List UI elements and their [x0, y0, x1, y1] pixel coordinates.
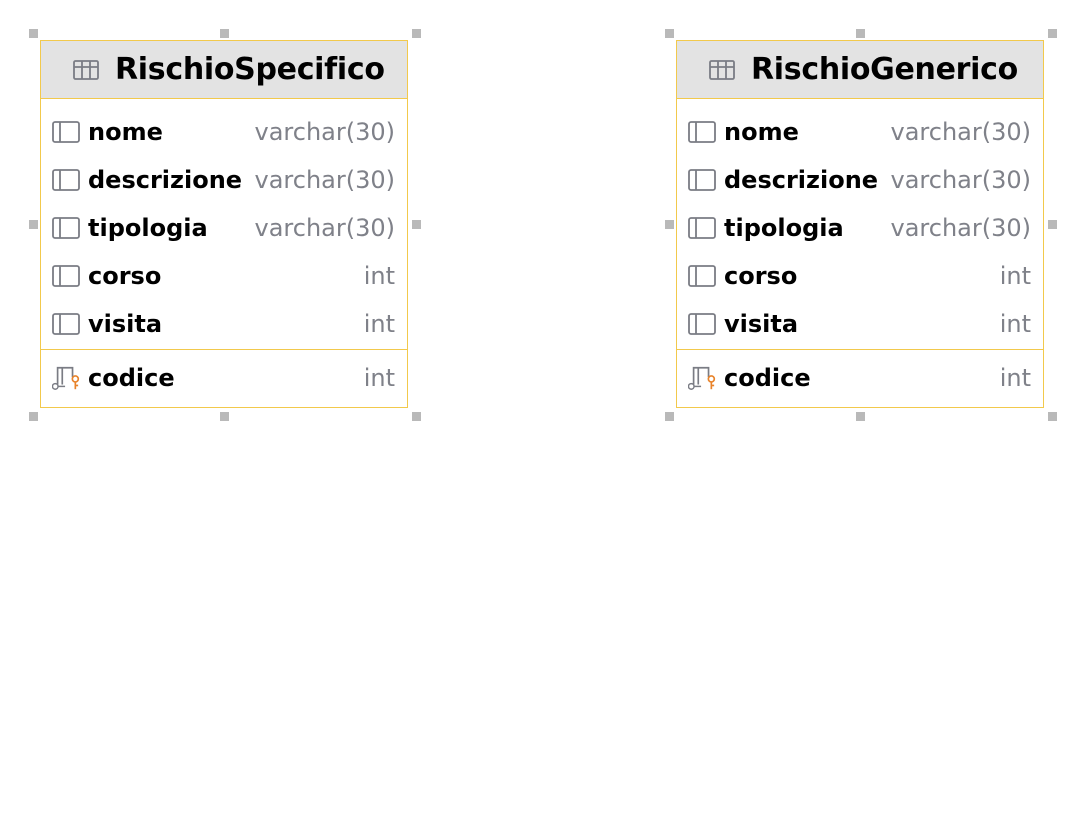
column-type: varchar(30): [890, 214, 1032, 242]
column-row[interactable]: tipologia varchar(30): [677, 204, 1043, 252]
column-icon: [52, 312, 80, 336]
primary-key-type: int: [363, 363, 395, 392]
column-type: varchar(30): [254, 214, 396, 242]
primary-key-name: codice: [724, 363, 811, 392]
selection-handle[interactable]: [29, 220, 38, 229]
column-icon: [52, 216, 80, 240]
column-row[interactable]: visita int: [41, 300, 407, 348]
selection-handle[interactable]: [29, 412, 38, 421]
entity-header[interactable]: RischioGenerico: [677, 41, 1043, 99]
selection-handle[interactable]: [412, 412, 421, 421]
selection-handle[interactable]: [412, 29, 421, 38]
column-name: descrizione: [724, 166, 879, 194]
primary-key-row[interactable]: codice int: [41, 349, 407, 405]
column-icon: [688, 120, 716, 144]
column-icon: [688, 216, 716, 240]
column-icon: [688, 312, 716, 336]
primary-key-icon: [688, 366, 716, 390]
column-name: descrizione: [88, 166, 243, 194]
column-row[interactable]: visita int: [677, 300, 1043, 348]
column-list: nome varchar(30) descrizione varchar(30)…: [41, 99, 407, 348]
column-name: corso: [724, 262, 798, 290]
column-row[interactable]: nome varchar(30): [677, 108, 1043, 156]
entity-title: RischioSpecifico: [115, 52, 385, 87]
table-grid-icon: [709, 59, 735, 81]
selection-handle[interactable]: [412, 220, 421, 229]
entity-rischio-generico[interactable]: RischioGenerico nome varchar(30) descriz…: [676, 40, 1044, 408]
selection-handle[interactable]: [220, 412, 229, 421]
column-type: varchar(30): [254, 118, 396, 146]
column-row[interactable]: corso int: [41, 252, 407, 300]
column-type: varchar(30): [890, 118, 1032, 146]
column-icon: [52, 264, 80, 288]
primary-key-type: int: [999, 363, 1031, 392]
column-list: nome varchar(30) descrizione varchar(30)…: [677, 99, 1043, 348]
selection-handle[interactable]: [1048, 29, 1057, 38]
selection-handle[interactable]: [1048, 220, 1057, 229]
column-icon: [52, 120, 80, 144]
column-row[interactable]: corso int: [677, 252, 1043, 300]
column-row[interactable]: nome varchar(30): [41, 108, 407, 156]
entity-header[interactable]: RischioSpecifico: [41, 41, 407, 99]
column-name: corso: [88, 262, 162, 290]
primary-key-row[interactable]: codice int: [677, 349, 1043, 405]
table-grid-icon: [73, 59, 99, 81]
primary-key-icon: [52, 366, 80, 390]
column-icon: [688, 264, 716, 288]
column-type: int: [363, 310, 395, 338]
selection-handle[interactable]: [856, 412, 865, 421]
column-row[interactable]: descrizione varchar(30): [677, 156, 1043, 204]
column-type: int: [999, 310, 1031, 338]
column-type: int: [363, 262, 395, 290]
column-name: visita: [88, 310, 163, 338]
column-name: nome: [88, 118, 163, 146]
entity-box[interactable]: RischioGenerico nome varchar(30) descriz…: [676, 40, 1044, 408]
entity-title: RischioGenerico: [751, 52, 1018, 87]
primary-key-name: codice: [88, 363, 175, 392]
selection-handle[interactable]: [29, 29, 38, 38]
column-name: nome: [724, 118, 799, 146]
column-row[interactable]: tipologia varchar(30): [41, 204, 407, 252]
column-type: varchar(30): [890, 166, 1032, 194]
column-icon: [688, 168, 716, 192]
entity-rischio-specifico[interactable]: RischioSpecifico nome varchar(30) descri…: [40, 40, 408, 408]
selection-handle[interactable]: [665, 412, 674, 421]
column-type: int: [999, 262, 1031, 290]
column-icon: [52, 168, 80, 192]
column-name: visita: [724, 310, 799, 338]
entity-box[interactable]: RischioSpecifico nome varchar(30) descri…: [40, 40, 408, 408]
selection-handle[interactable]: [665, 29, 674, 38]
selection-handle[interactable]: [220, 29, 229, 38]
column-name: tipologia: [88, 214, 208, 242]
column-name: tipologia: [724, 214, 844, 242]
column-row[interactable]: descrizione varchar(30): [41, 156, 407, 204]
column-type: varchar(30): [254, 166, 396, 194]
selection-handle[interactable]: [1048, 412, 1057, 421]
selection-handle[interactable]: [665, 220, 674, 229]
selection-handle[interactable]: [856, 29, 865, 38]
